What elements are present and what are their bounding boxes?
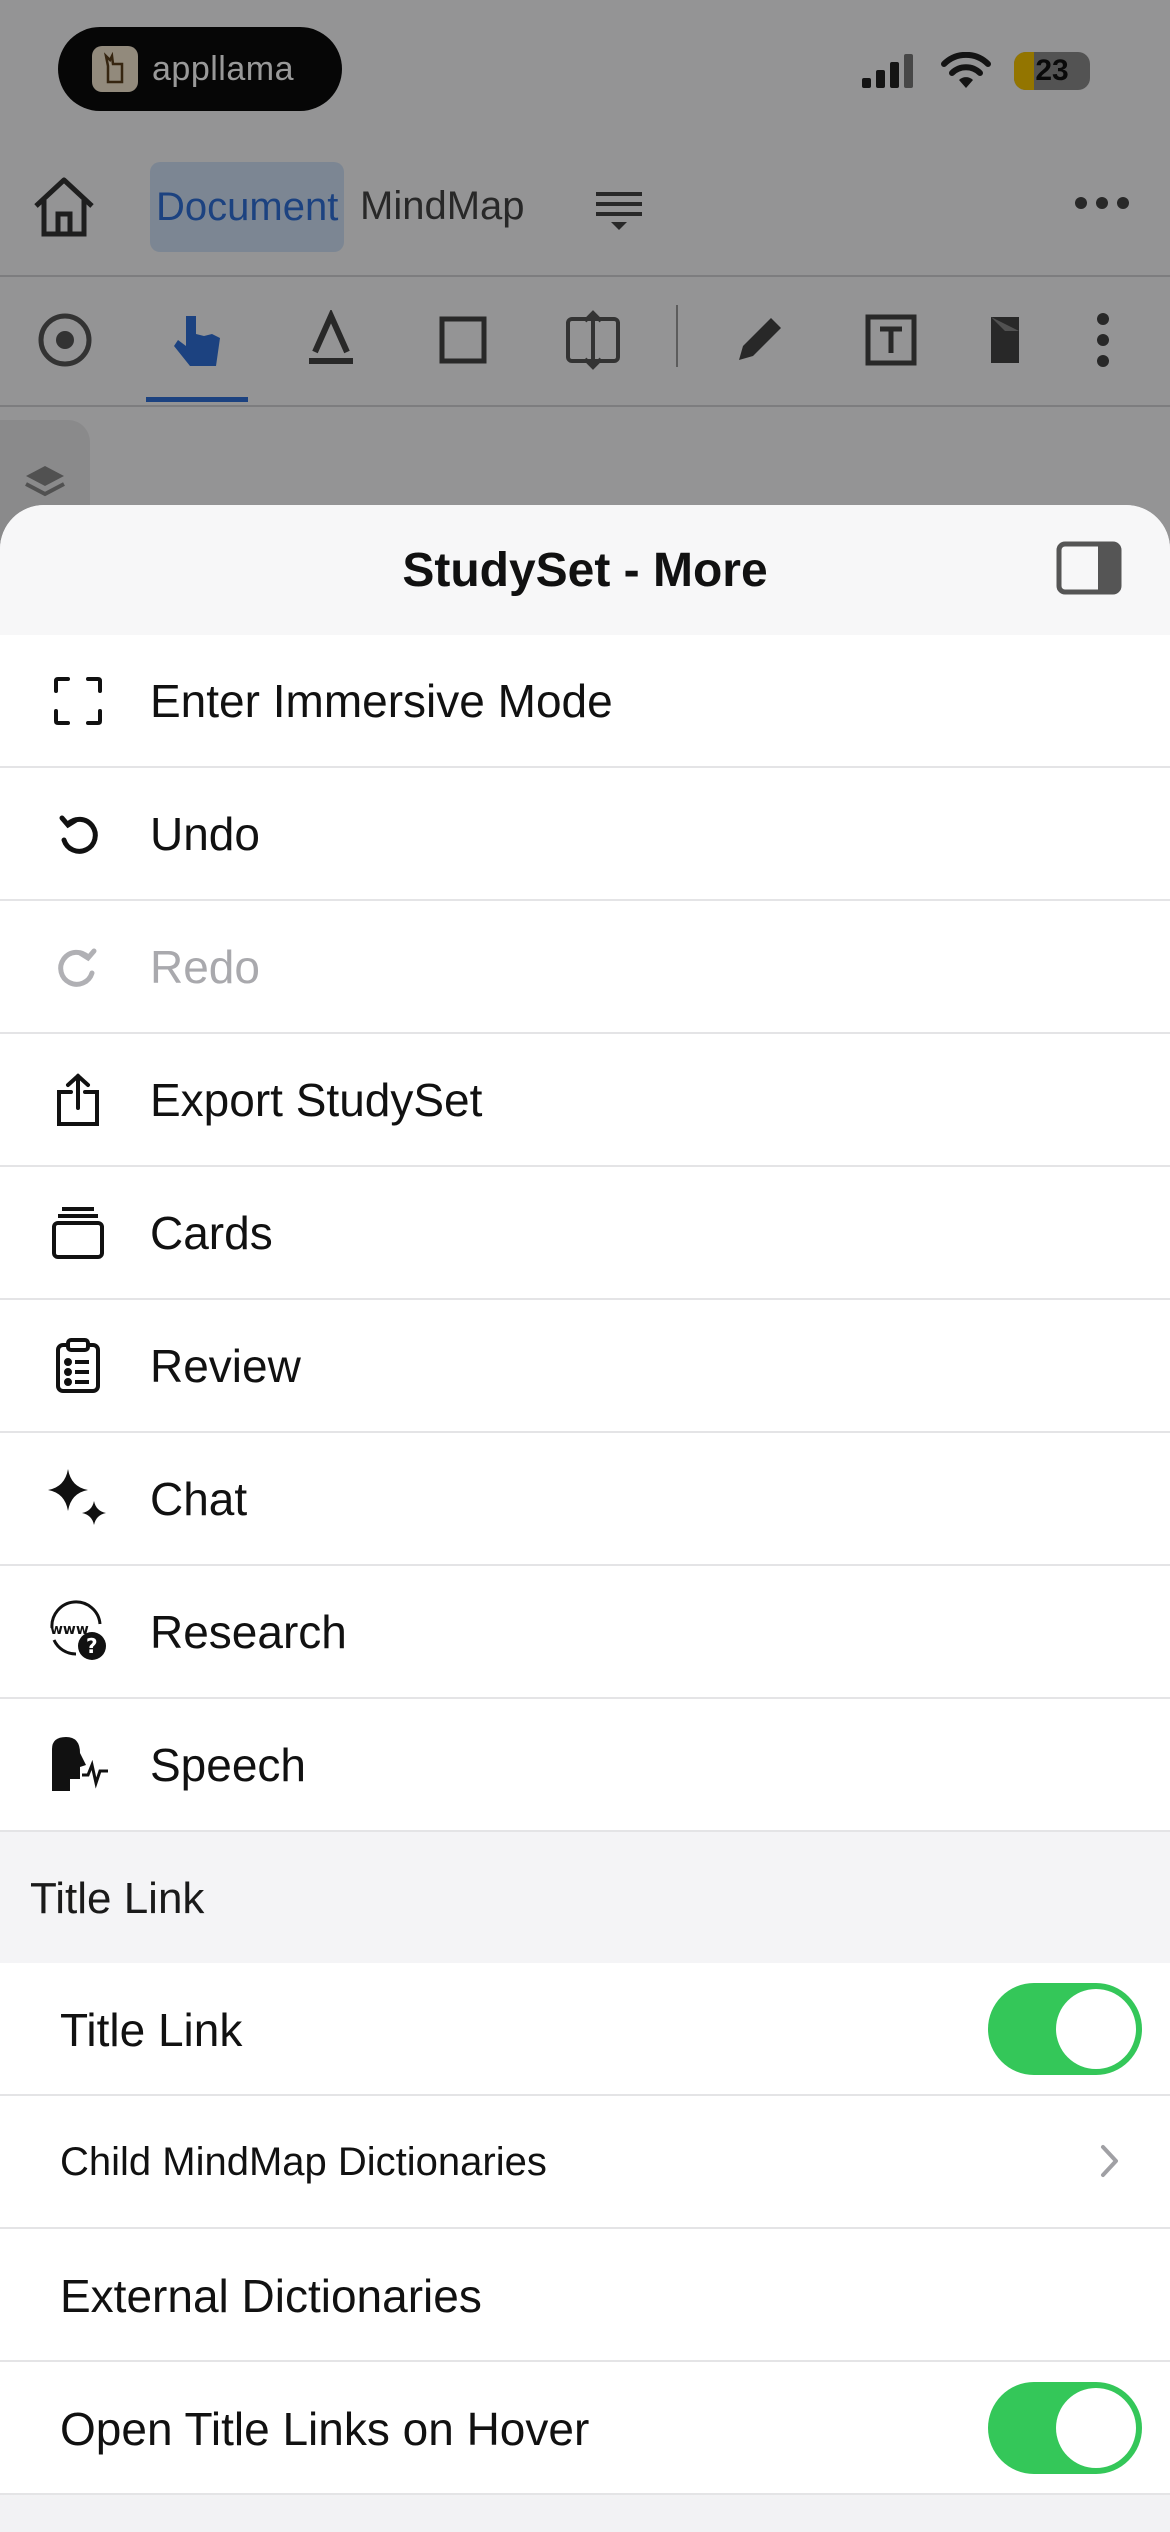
menu-item-label: Chat [150, 1472, 248, 1525]
menu-item-label: Redo [150, 940, 260, 993]
menu-item-undo[interactable]: Undo [0, 768, 1170, 901]
setting-label: Title Link [60, 2004, 243, 2056]
section-title: Title Link [30, 1874, 205, 1923]
menu-item-label: Undo [150, 807, 260, 860]
chevron-right-icon [1101, 2145, 1118, 2177]
fullscreen-icon [46, 669, 110, 733]
svg-text:?: ? [86, 1634, 98, 1658]
menu-item-speech[interactable]: Speech [0, 1699, 1170, 1832]
more-sheet: StudySet - More Enter Immersive Mode Und… [0, 505, 1170, 2532]
setting-label: Child MindMap Dictionaries [60, 2140, 547, 2184]
menu-item-research[interactable]: www ? Research [0, 1566, 1170, 1699]
menu-item-label: Review [150, 1339, 301, 1392]
section-header-title-link: Title Link [0, 1832, 1170, 1963]
menu-item-label: Cards [150, 1206, 273, 1259]
menu-item-label: Research [150, 1605, 347, 1658]
setting-title-link: Title Link [0, 1963, 1170, 2096]
menu-item-label: Speech [150, 1738, 307, 1791]
sidebar-toggle-icon[interactable] [1056, 541, 1122, 595]
share-icon [46, 1068, 110, 1132]
menu-item-label: Export StudySet [150, 1073, 483, 1126]
setting-label: Open Title Links on Hover [60, 2403, 590, 2455]
menu-item-chat[interactable]: Chat [0, 1433, 1170, 1566]
setting-external-dictionaries[interactable]: External Dictionaries [0, 2229, 1170, 2362]
setting-label: External Dictionaries [60, 2270, 482, 2322]
menu-item-label: Enter Immersive Mode [150, 674, 613, 727]
sheet-header: StudySet - More [0, 505, 1170, 635]
redo-icon [46, 935, 110, 999]
open-title-links-hover-toggle[interactable] [988, 2382, 1142, 2474]
menu-item-cards[interactable]: Cards [0, 1167, 1170, 1300]
setting-child-mindmap-dictionaries[interactable]: Child MindMap Dictionaries [0, 2096, 1170, 2229]
title-link-toggle[interactable] [988, 1983, 1142, 2075]
sparkles-icon [46, 1467, 110, 1531]
undo-icon [46, 802, 110, 866]
menu-item-immersive-mode[interactable]: Enter Immersive Mode [0, 635, 1170, 768]
setting-open-title-links-on-hover: Open Title Links on Hover [0, 2362, 1170, 2495]
speech-icon [46, 1733, 110, 1797]
sheet-title: StudySet - More [402, 544, 768, 597]
menu-item-review[interactable]: Review [0, 1300, 1170, 1433]
menu-item-redo[interactable]: Redo [0, 901, 1170, 1034]
cards-icon [46, 1201, 110, 1265]
clipboard-list-icon [46, 1334, 110, 1398]
menu-item-export-studyset[interactable]: Export StudySet [0, 1034, 1170, 1167]
web-question-icon: www ? [46, 1600, 110, 1664]
